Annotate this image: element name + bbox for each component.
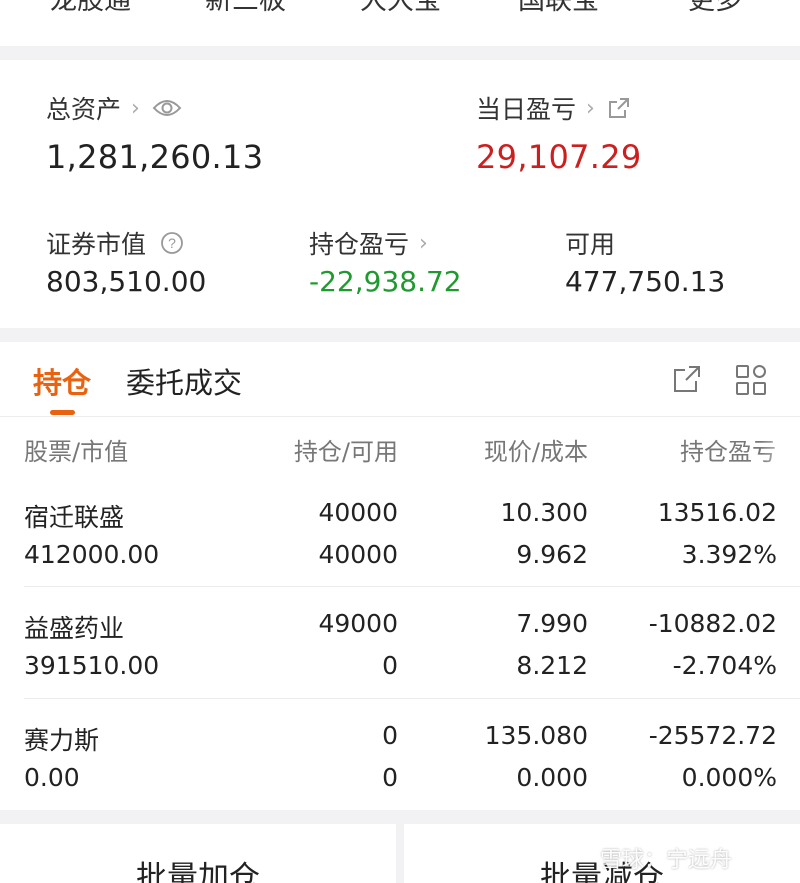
cost-price: 8.212 [516, 651, 588, 680]
market-value-header: 证券市值 ? [46, 225, 184, 261]
tab-active-indicator [50, 410, 75, 415]
asset-summary-card: 总资产 › 1,281,260.13 当日盈亏 › 29,107.29 证券市值… [0, 60, 800, 328]
position-pnl: 13516.02 [657, 498, 777, 527]
watermark-text: 雪球：宁远舟 [600, 848, 733, 873]
available-qty: 0 [382, 651, 398, 680]
total-assets-header[interactable]: 总资产 › [46, 90, 182, 126]
available-value: 477,750.13 [565, 265, 726, 298]
holding-qty: 40000 [318, 498, 398, 527]
available-qty: 0 [382, 763, 398, 792]
current-price: 10.300 [500, 498, 588, 527]
stock-name: 宿迁联盛 [24, 503, 125, 532]
position-pnl-header[interactable]: 持仓盈亏 › [309, 225, 428, 261]
batch-add-label: 批量加仓 [136, 860, 260, 883]
stock-name: 赛力斯 [24, 726, 100, 755]
available-label: 可用 [565, 230, 616, 259]
stock-market-value: 412000.00 [24, 540, 160, 569]
available-qty: 40000 [318, 540, 398, 569]
position-pnl-pct: -2.704% [672, 651, 777, 680]
chevron-right-icon: › [131, 95, 140, 121]
stock-market-value: 0.00 [24, 763, 80, 792]
position-pnl-label: 持仓盈亏 [309, 230, 410, 259]
cost-price: 0.000 [516, 763, 588, 792]
cost-price: 9.962 [516, 540, 588, 569]
tab-orders[interactable]: 委托成交 [126, 360, 242, 402]
stock-name: 益盛药业 [24, 614, 125, 643]
header-price-cost: 现价/成本 [483, 438, 588, 466]
batch-add-button[interactable]: 批量加仓 [0, 824, 396, 883]
nav-item-guolianbao[interactable]: 国联宝 [518, 0, 599, 17]
positions-card: 持仓 委托成交 股票/市值 持仓/可用 现价/成本 持仓盈亏 宿迁联盛 4120… [0, 342, 800, 810]
tab-holdings[interactable]: 持仓 [33, 360, 91, 402]
position-pnl: -25572.72 [648, 721, 777, 750]
nav-item-longgutong[interactable]: 龙股通 [50, 0, 131, 17]
external-link-icon[interactable] [607, 96, 631, 120]
nav-item-more[interactable]: 更多 [688, 0, 742, 17]
share-icon[interactable] [672, 364, 702, 398]
chevron-right-icon: › [586, 95, 595, 121]
header-holding-available: 持仓/可用 [293, 438, 398, 466]
position-pnl-pct: 0.000% [681, 763, 777, 792]
available-header: 可用 [565, 225, 615, 261]
nav-item-xinsanban[interactable]: 新三板 [205, 0, 286, 17]
header-fade [760, 422, 800, 472]
position-pnl-pct: 3.392% [681, 540, 777, 569]
svg-text:?: ? [168, 235, 176, 251]
daily-pnl-value: 29,107.29 [476, 138, 642, 176]
total-assets-value: 1,281,260.13 [46, 138, 264, 176]
stock-market-value: 391510.00 [24, 651, 160, 680]
help-circle-icon[interactable]: ? [160, 231, 184, 255]
nav-item-dadabao[interactable]: 大大宝 [360, 0, 441, 17]
position-pnl: -10882.02 [648, 609, 777, 638]
current-price: 7.990 [516, 609, 588, 638]
header-stock-value: 股票/市值 [24, 438, 129, 466]
top-nav: 龙股通 新三板 大大宝 国联宝 更多 [0, 0, 800, 46]
market-value-label: 证券市值 [46, 230, 147, 259]
grid-icon[interactable] [735, 364, 767, 400]
holding-qty: 49000 [318, 609, 398, 638]
row-divider [24, 586, 800, 587]
row-divider [24, 698, 800, 699]
total-assets-label: 总资产 [46, 95, 122, 124]
position-pnl-value: -22,938.72 [309, 265, 462, 298]
daily-pnl-header[interactable]: 当日盈亏 › [476, 90, 631, 126]
chevron-right-icon: › [419, 230, 428, 256]
watermark: 雪球：宁远舟 [600, 842, 732, 874]
current-price: 135.080 [484, 721, 588, 750]
tab-divider [0, 416, 800, 417]
market-value-value: 803,510.00 [46, 265, 207, 298]
eye-icon[interactable] [152, 98, 182, 118]
daily-pnl-label: 当日盈亏 [476, 95, 577, 124]
holding-qty: 0 [382, 721, 398, 750]
